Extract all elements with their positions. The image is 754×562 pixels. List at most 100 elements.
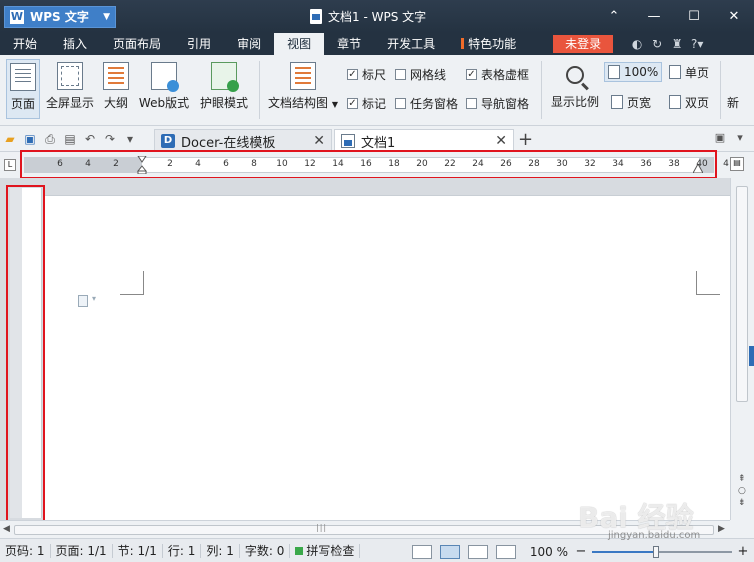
status-word-count[interactable]: 字数: 0	[240, 543, 291, 558]
tab-list-icon[interactable]: ▣	[710, 131, 730, 144]
menu-insert[interactable]: 插入	[50, 33, 100, 55]
checkbox-checked-icon: ✓	[347, 98, 358, 109]
checkbox-unchecked-icon	[395, 98, 406, 109]
fullscreen-view-icon[interactable]	[411, 544, 432, 559]
side-panel-toggle[interactable]	[749, 346, 754, 366]
document-page[interactable]	[44, 195, 730, 520]
status-row[interactable]: 行: 1	[163, 543, 202, 558]
new-tab-button[interactable]: +	[518, 129, 533, 150]
ruler-tick-label: 6	[57, 159, 63, 169]
status-section[interactable]: 节: 1/1	[113, 543, 163, 558]
close-button[interactable]: ✕	[714, 0, 754, 33]
help-icon[interactable]: ?▾	[687, 37, 707, 51]
ruler-tick-label: 2	[167, 159, 173, 169]
redo-icon[interactable]: ↷	[100, 129, 120, 149]
document-map-button[interactable]: 文档结构图 ▼	[266, 59, 340, 119]
page-width-button[interactable]: 页宽	[608, 92, 654, 112]
shirt-icon[interactable]: ♜	[667, 37, 687, 51]
fullscreen-button[interactable]: 全屏显示	[44, 59, 96, 119]
checkbox-gridlines[interactable]: 网格线	[395, 66, 446, 83]
tab-document1[interactable]: 文档1 ✕	[334, 129, 514, 152]
undo-icon[interactable]: ↶	[80, 129, 100, 149]
tab-stop-selector-icon[interactable]: L	[4, 159, 16, 171]
zoom-level[interactable]: 100 %	[530, 545, 568, 559]
page-view-button[interactable]: 页面	[6, 59, 40, 119]
menu-page-layout[interactable]: 页面布局	[100, 33, 174, 55]
eye-protection-button[interactable]: 护眼模式	[196, 59, 252, 119]
ruler-tick-label: 6	[223, 159, 229, 169]
page-view-icon[interactable]	[439, 544, 460, 559]
new-window-button[interactable]: 新	[724, 92, 742, 112]
next-page-icon[interactable]: ⇟	[738, 498, 746, 508]
zoom-label: 显示比例	[550, 95, 599, 109]
zoom-in-button[interactable]: +	[736, 544, 750, 559]
page-view-icon	[10, 63, 36, 91]
tab-menu-icon[interactable]: ▾	[730, 131, 750, 144]
quick-access-dropdown-icon[interactable]: ▾	[120, 129, 140, 149]
fullscreen-label: 全屏显示	[45, 96, 94, 110]
print-preview-icon[interactable]: ▤	[60, 129, 80, 149]
scroll-right-icon[interactable]: ▶	[718, 524, 725, 534]
previous-page-icon[interactable]: ⇞	[738, 474, 746, 484]
ribbon-separator	[720, 61, 721, 119]
checkbox-nav-pane[interactable]: 导航窗格	[466, 95, 529, 112]
web-layout-button[interactable]: Web版式	[136, 59, 192, 119]
ribbon-separator	[541, 61, 542, 119]
watermark: Bai 经验 jingyan.baidu.com	[578, 496, 700, 541]
vertical-scrollbar[interactable]: ⇞ ○ ⇟	[730, 178, 754, 520]
chevron-down-icon: ▼	[331, 100, 338, 109]
status-pages[interactable]: 页面: 1/1	[51, 543, 113, 558]
zoom-out-button[interactable]: −	[574, 544, 588, 559]
window-controls: ⌃ — ☐ ✕	[594, 0, 754, 33]
double-page-button[interactable]: 双页	[666, 92, 712, 112]
indent-marker-icon[interactable]	[137, 156, 147, 174]
menu-view[interactable]: 视图	[274, 33, 325, 55]
paragraph-layout-icon[interactable]	[78, 294, 96, 307]
checkbox-task-pane[interactable]: 任务窗格	[395, 95, 458, 112]
outline-view-icon[interactable]	[467, 544, 488, 559]
spell-check-button[interactable]: 拼写检查	[290, 543, 361, 558]
zoom-slider[interactable]	[592, 545, 732, 558]
document-canvas[interactable]	[0, 178, 730, 520]
menu-review[interactable]: 审阅	[224, 33, 274, 55]
refresh-icon[interactable]: ↻	[647, 37, 667, 51]
open-folder-icon[interactable]: ▰	[0, 129, 20, 149]
print-icon[interactable]: ⎙	[40, 129, 60, 149]
tab-docer-templates[interactable]: D Docer-在线模板 ✕	[154, 129, 332, 152]
checkbox-table-gridlines[interactable]: ✓ 表格虚框	[466, 66, 529, 83]
login-button[interactable]: 未登录	[553, 35, 614, 53]
page-view-label: 页面	[10, 97, 35, 111]
web-view-icon[interactable]	[495, 544, 516, 559]
save-icon[interactable]: ▣	[20, 129, 40, 149]
collapse-ribbon-button[interactable]: ⌃	[594, 0, 634, 33]
vertical-scroll-thumb[interactable]	[736, 186, 748, 402]
horizontal-ruler[interactable]: 6 4 2 2 4 6 8 10 12 14 16 18 20 22 24 26 28 30 32 34 36 38 40	[24, 156, 714, 174]
checkbox-marks[interactable]: ✓ 标记	[347, 95, 386, 112]
select-browse-object-icon[interactable]: ○	[738, 486, 746, 496]
zoom-slider-handle[interactable]	[653, 545, 659, 558]
status-page-number[interactable]: 页码: 1	[0, 543, 51, 558]
minimize-button[interactable]: —	[634, 0, 674, 33]
vertical-ruler[interactable]	[10, 188, 42, 518]
close-icon[interactable]: ✕	[313, 133, 325, 149]
wps-menu-button[interactable]: W WPS 文字 ▼	[4, 5, 116, 28]
zoom-100-button[interactable]: 100%	[604, 62, 663, 82]
maximize-button[interactable]: ☐	[674, 0, 714, 33]
menu-chapter[interactable]: 章节	[324, 33, 374, 55]
status-column[interactable]: 列: 1	[201, 543, 240, 558]
zoom-button[interactable]: 显示比例	[548, 59, 602, 119]
window-title-text: 文档1 - WPS 文字	[328, 10, 427, 24]
menu-home[interactable]: 开始	[0, 33, 50, 55]
close-icon[interactable]: ✕	[495, 133, 507, 149]
menu-references[interactable]: 引用	[174, 33, 224, 55]
skin-icon[interactable]: ◐	[627, 37, 647, 51]
checkbox-ruler[interactable]: ✓ 标尺	[347, 66, 386, 83]
outline-button[interactable]: 大纲	[100, 59, 132, 119]
menu-tool-icons: ◐ ↻ ♜ ?▾	[627, 33, 707, 55]
ruler-toggle-icon[interactable]: ▤	[730, 157, 744, 171]
menu-developer[interactable]: 开发工具	[374, 33, 448, 55]
zoom-100-icon	[608, 65, 620, 79]
menu-special-features[interactable]: 特色功能	[448, 33, 529, 55]
scroll-left-icon[interactable]: ◀	[3, 524, 10, 534]
single-page-button[interactable]: 单页	[666, 62, 712, 82]
